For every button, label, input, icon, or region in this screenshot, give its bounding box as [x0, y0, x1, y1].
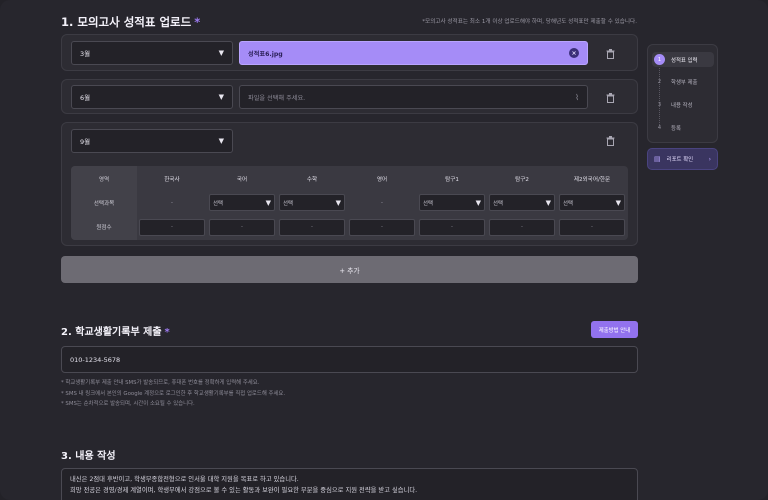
score-input[interactable]: - — [489, 218, 555, 236]
table-cell: - — [170, 199, 174, 206]
transcript-row-september: 9월 ▼ 영역 한국사 국어 수학 영어 탐구1 탐구2 제2외국어/한문 선택… — [61, 122, 638, 246]
step-number: 2 — [657, 78, 662, 85]
score-input[interactable]: - — [419, 218, 485, 236]
required-mark: * — [164, 327, 170, 338]
step-label: 등록 — [671, 125, 681, 132]
table-row: 원점수 - - - - - - - — [71, 214, 628, 240]
step-number: 1 — [654, 54, 665, 65]
chevron-down-icon: ▼ — [615, 198, 621, 207]
report-button[interactable]: ▤ 리포트 확인 › — [647, 148, 718, 170]
column-header: 국어 — [236, 176, 248, 183]
subject-select[interactable]: 선택 ▼ — [209, 194, 275, 211]
report-label: 리포트 확인 — [666, 157, 694, 163]
subject-select[interactable]: 선택 ▼ — [279, 194, 345, 211]
step-label: 학생부 제출 — [671, 79, 698, 86]
score-input[interactable]: - — [279, 218, 345, 236]
trash-icon[interactable] — [605, 135, 615, 146]
step-number: 3 — [657, 101, 662, 108]
document-icon: ▤ — [654, 155, 661, 163]
score-table: 영역 한국사 국어 수학 영어 탐구1 탐구2 제2외국어/한문 선택과목 - … — [71, 166, 628, 240]
subject-select[interactable]: 선택 ▼ — [489, 194, 555, 211]
chevron-down-icon: ▼ — [218, 137, 224, 145]
chevron-down-icon: ▼ — [218, 49, 224, 57]
row-label-score: 원점수 — [71, 214, 137, 240]
file-input[interactable]: 성적표6.jpg × — [239, 41, 588, 65]
month-select[interactable]: 6월 ▼ — [71, 85, 233, 109]
section2-notes: * 학교생활기록부 제출 안내 SMS가 발송되므로, 휴대폰 번호를 정확하게… — [61, 378, 285, 410]
select-value: 선택 — [563, 200, 573, 207]
progress-stepper: 1 성적표 입력 2 학생부 제출 3 내용 작성 4 등록 — [647, 44, 718, 143]
row-label-subject: 선택과목 — [71, 191, 137, 214]
month-value: 9월 — [80, 138, 91, 146]
section1-title: 1. 모의고사 성적표 업로드 * — [61, 15, 201, 29]
submission-guide-button[interactable]: 제출방법 안내 — [591, 321, 638, 338]
column-header: 탐구1 — [445, 176, 459, 183]
content-line: 희망 전공은 경영/경제 계열이며, 학생부에서 강점으로 볼 수 있는 활동과… — [70, 486, 418, 494]
note-line: * SMS 내 링크에서 본인의 Google 계정으로 로그인한 후 학교생활… — [61, 390, 286, 397]
score-input[interactable]: - — [139, 218, 205, 236]
chevron-down-icon: ▼ — [218, 93, 224, 101]
month-select[interactable]: 9월 ▼ — [71, 129, 233, 153]
column-header: 수학 — [306, 176, 318, 183]
stepper-line — [659, 65, 660, 125]
file-name: 성적표6.jpg — [248, 50, 283, 58]
score-input[interactable]: - — [559, 218, 625, 236]
phone-input[interactable]: 010-1234-5678 — [61, 346, 638, 373]
note-line: * SMS는 순차적으로 발송되며, 시간이 소요될 수 있습니다. — [61, 401, 195, 407]
select-value: 선택 — [423, 200, 433, 207]
file-input[interactable]: 파일을 선택해 주세요. ⌇ — [239, 85, 588, 109]
column-header: 영어 — [376, 176, 388, 183]
transcript-row-march: 3월 ▼ 성적표6.jpg × — [61, 34, 638, 71]
step-label: 성적표 입력 — [671, 57, 698, 64]
table-row: 선택과목 - 선택 ▼ 선택 ▼ - 선택 ▼ 선택 ▼ 선택 ▼ — [71, 191, 628, 214]
section3-title: 3. 내용 작성 — [61, 451, 116, 462]
trash-icon[interactable] — [605, 48, 615, 59]
add-transcript-button[interactable]: + 추가 — [61, 256, 638, 283]
subject-select[interactable]: 선택 ▼ — [419, 194, 485, 211]
column-header: 제2외국어/한문 — [573, 176, 611, 183]
step-2[interactable]: 2 학생부 제출 — [654, 76, 698, 87]
step-4[interactable]: 4 등록 — [654, 122, 681, 133]
chevron-down-icon: ▼ — [265, 198, 271, 207]
step-1[interactable]: 1 성적표 입력 — [652, 52, 714, 67]
step-number: 4 — [657, 124, 662, 131]
month-value: 3월 — [80, 50, 91, 58]
table-header-row: 영역 한국사 국어 수학 영어 탐구1 탐구2 제2외국어/한문 — [71, 166, 628, 191]
section2-title: 2. 학교생활기록부 제출 * — [61, 327, 170, 338]
transcript-row-june: 6월 ▼ 파일을 선택해 주세요. ⌇ — [61, 79, 638, 114]
score-input[interactable]: - — [209, 218, 275, 236]
page: 1. 모의고사 성적표 업로드 * *모의고사 성적표는 최소 1개 이상 업로드… — [0, 0, 768, 500]
step-3[interactable]: 3 내용 작성 — [654, 99, 693, 110]
select-value: 선택 — [213, 200, 223, 207]
table-cell: - — [380, 199, 384, 206]
trash-icon[interactable] — [605, 92, 615, 103]
content-line: 내신은 2점대 후반이고, 학생부종합전형으로 인서울 대학 지원을 목표로 하… — [70, 476, 299, 483]
column-header: 탐구2 — [515, 176, 529, 183]
subject-select[interactable]: 선택 ▼ — [559, 194, 625, 211]
section1-note: *모의고사 성적표는 최소 1개 이상 업로드해야 하며, 당해년도 성적표만 … — [422, 19, 637, 25]
chevron-down-icon: ▼ — [545, 198, 551, 207]
content-textarea[interactable]: 내신은 2점대 후반이고, 학생부종합전형으로 인서울 대학 지원을 목표로 하… — [61, 468, 638, 500]
file-placeholder: 파일을 선택해 주세요. — [248, 94, 306, 102]
required-mark: * — [194, 15, 201, 29]
select-value: 선택 — [493, 200, 503, 207]
step-label: 내용 작성 — [671, 102, 693, 109]
month-value: 6월 — [80, 94, 91, 102]
select-value: 선택 — [283, 200, 293, 207]
month-select[interactable]: 3월 ▼ — [71, 41, 233, 65]
chevron-down-icon: ▼ — [475, 198, 481, 207]
paperclip-icon: ⌇ — [575, 92, 579, 102]
chevron-right-icon: › — [708, 155, 711, 163]
score-input[interactable]: - — [349, 218, 415, 236]
table-header-label: 영역 — [71, 166, 137, 191]
note-line: * 학교생활기록부 제출 안내 SMS가 발송되므로, 휴대폰 번호를 정확하게… — [61, 380, 260, 386]
column-header: 한국사 — [164, 176, 180, 183]
close-icon[interactable]: × — [569, 48, 579, 58]
chevron-down-icon: ▼ — [335, 198, 341, 207]
